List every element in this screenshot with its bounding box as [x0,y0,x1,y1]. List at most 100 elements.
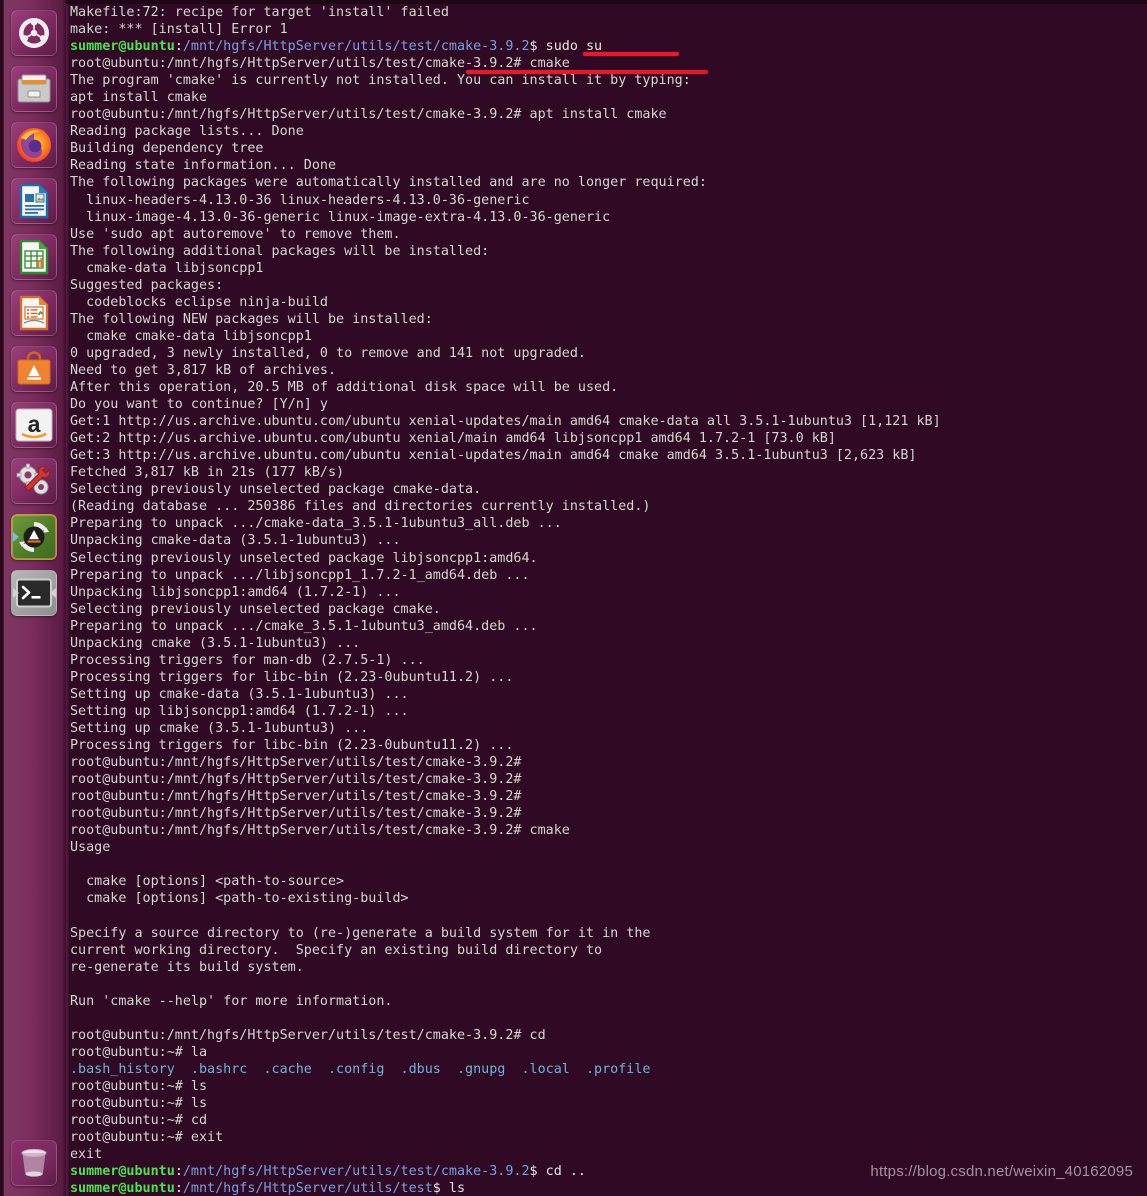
terminal-line: Usage [70,840,111,856]
terminal-line: .bash_history .bashrc .cache .config .db… [70,1061,651,1077]
file-manager-icon [11,66,57,112]
terminal-line: The following additional packages will b… [70,243,490,259]
terminal-line: Processing triggers for libc-bin (2.23-0… [70,669,514,685]
terminal-line: After this operation, 20.5 MB of additio… [70,380,619,396]
terminal-line: Processing triggers for man-db (2.7.5-1)… [70,652,425,668]
terminal-line: Makefile:72: recipe for target 'install'… [70,5,449,20]
terminal-line: Need to get 3,817 kB of archives. [70,362,337,378]
trash-bin-icon [11,1140,57,1186]
launcher-item-terminal[interactable] [11,570,57,616]
terminal-line: root@ubuntu:~# ls [70,1078,208,1094]
terminal-line: Reading package lists... Done [70,124,304,140]
terminal-line: make: *** [install] Error 1 [70,22,288,38]
terminal-line: linux-headers-4.13.0-36 linux-headers-4.… [70,192,530,208]
terminal-scrollbar[interactable] [66,4,69,1196]
launcher-item-software-center[interactable] [11,346,57,392]
spreadsheet-icon [11,234,57,280]
terminal-line: cmake [options] <path-to-source> [70,874,345,890]
launcher-item-impress[interactable] [11,290,57,336]
launcher-item-files[interactable] [11,66,57,112]
terminal-line: root@ubuntu:/mnt/hgfs/HttpServer/utils/t… [70,823,570,839]
terminal-line: cmake [options] <path-to-existing-build> [70,891,409,907]
terminal-line: linux-image-4.13.0-36-generic linux-imag… [70,209,611,225]
terminal-line: Unpacking cmake-data (3.5.1-1ubuntu3) ..… [70,533,401,549]
launcher-focused-pip-right [50,588,56,598]
terminal-line: Unpacking libjsoncpp1:amd64 (1.7.2-1) ..… [70,584,401,600]
terminal-line: Building dependency tree [70,141,264,157]
terminal-line: Preparing to unpack .../cmake-data_3.5.1… [70,516,562,532]
watermark-url: https://blog.csdn.net/weixin_40162095 [870,1163,1133,1180]
terminal-line: 0 upgraded, 3 newly installed, 0 to remo… [70,345,586,361]
terminal-line: Get:3 http://us.archive.ubuntu.com/ubunt… [70,448,917,464]
red-underline-sudo-su [583,52,679,56]
terminal-line: apt install cmake [70,90,208,106]
terminal-line: exit [70,1147,103,1163]
ubuntu-logo-icon [11,10,57,56]
terminal-line: current working directory. Specify an ex… [70,942,603,958]
red-underline-cmake-command [466,70,708,74]
terminal-line: Get:2 http://us.archive.ubuntu.com/ubunt… [70,431,836,447]
launcher-item-writer[interactable] [11,178,57,224]
terminal-line: root@ubuntu:~# exit [70,1130,224,1146]
terminal-line: Get:1 http://us.archive.ubuntu.com/ubunt… [70,414,941,430]
terminal-line: Use 'sudo apt autoremove' to remove them… [70,226,401,242]
terminal-line: Setting up libjsoncpp1:amd64 (1.7.2-1) .… [70,703,409,719]
terminal-line: root@ubuntu:/mnt/hgfs/HttpServer/utils/t… [70,1027,546,1043]
terminal-line: re-generate its build system. [70,959,304,975]
terminal-line: Run 'cmake --help' for more information. [70,993,393,1009]
terminal-line: Setting up cmake-data (3.5.1-1ubuntu3) .… [70,686,409,702]
terminal-line: root@ubuntu:~# cd [70,1113,208,1129]
terminal-line: The program 'cmake' is currently not ins… [70,73,691,89]
terminal-line: The following NEW packages will be insta… [70,311,433,327]
launcher-running-pip-left [13,588,19,598]
terminal-line: Do you want to continue? [Y/n] y [70,397,328,413]
document-icon [11,178,57,224]
terminal-line: codeblocks eclipse ninja-build [70,294,328,310]
amazon-icon: a [11,402,57,448]
terminal-line: Setting up cmake (3.5.1-1ubuntu3) ... [70,720,369,736]
terminal-line: summer@ubuntu:/mnt/hgfs/HttpServer/utils… [70,1181,466,1196]
terminal-line: The following packages were automaticall… [70,175,707,191]
svg-text:a: a [28,411,41,437]
terminal-line: root@ubuntu:/mnt/hgfs/HttpServer/utils/t… [70,806,522,822]
launcher-item-trash[interactable] [11,1140,57,1186]
terminal-line: Processing triggers for libc-bin (2.23-0… [70,738,514,754]
launcher-item-ubuntu-dash[interactable] [11,10,57,56]
terminal-line: (Reading database ... 250386 files and d… [70,499,651,515]
unity-launcher: a [0,0,66,1196]
software-bag-icon [11,346,57,392]
terminal-output: Makefile:72: recipe for target 'install'… [70,4,1147,1196]
terminal-line: Specify a source directory to (re-)gener… [70,925,651,941]
terminal-window[interactable]: Makefile:72: recipe for target 'install'… [66,0,1147,1196]
terminal-line: Unpacking cmake (3.5.1-1ubuntu3) ... [70,635,361,651]
launcher-item-settings[interactable] [11,458,57,504]
launcher-item-firefox[interactable] [11,122,57,168]
terminal-line: Preparing to unpack .../libjsoncpp1_1.7.… [70,567,530,583]
launcher-item-amazon[interactable]: a [11,402,57,448]
terminal-line: Reading state information... Done [70,158,337,174]
terminal-line: Selecting previously unselected package … [70,601,441,617]
firefox-icon [11,122,57,168]
terminal-line: Suggested packages: [70,277,224,293]
terminal-line: cmake-data libjsoncpp1 [70,260,264,276]
gear-wrench-icon [11,458,57,504]
terminal-line: root@ubuntu:~# la [70,1044,208,1060]
launcher-item-calc[interactable] [11,234,57,280]
terminal-line: Fetched 3,817 kB in 21s (177 kB/s) [70,465,345,481]
terminal-line: root@ubuntu:~# ls [70,1096,208,1111]
terminal-line: Selecting previously unselected package … [70,550,538,566]
terminal-line: Preparing to unpack .../cmake_3.5.1-1ubu… [70,618,538,634]
launcher-item-software-updater[interactable] [11,514,57,560]
terminal-line: root@ubuntu:/mnt/hgfs/HttpServer/utils/t… [70,755,522,771]
terminal-line: root@ubuntu:/mnt/hgfs/HttpServer/utils/t… [70,772,522,788]
terminal-line: cmake cmake-data libjsoncpp1 [70,328,312,344]
terminal-line: Selecting previously unselected package … [70,482,482,498]
terminal-line: root@ubuntu:/mnt/hgfs/HttpServer/utils/t… [70,789,522,805]
terminal-line: root@ubuntu:/mnt/hgfs/HttpServer/utils/t… [70,107,667,123]
launcher-running-pip-left [13,532,19,542]
presentation-icon [11,290,57,336]
